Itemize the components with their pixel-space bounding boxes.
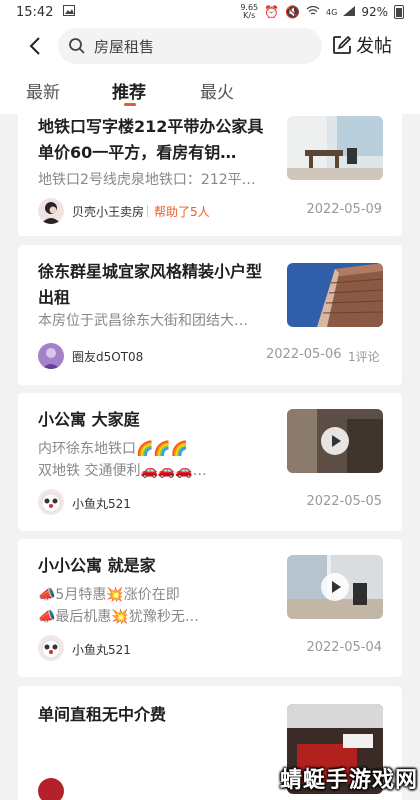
edit-icon [333,35,352,54]
tab-hottest[interactable]: 最火 [200,78,234,103]
post-thumbnail[interactable] [287,263,383,327]
post-button[interactable]: 发帖 [332,32,392,58]
play-icon[interactable] [321,427,349,455]
post-label: 发帖 [356,36,392,57]
alarm-icon: ⏰ [264,5,280,19]
avatar[interactable] [38,635,64,661]
post-title: 单间直租无中介费 [38,705,167,724]
image-icon [63,5,76,19]
post-card[interactable]: 小小公寓 就是家 📣5月特惠💥涨价在即 📣最后机惠💥犹豫秒无… 小鱼丸521 2… [18,539,402,677]
status-bar: 15:42 9.65 K/s ⏰ 🔇 4G 92% [0,0,420,24]
post-description-line: 双地铁 交通便利🚗🚗🚗… [38,463,207,479]
active-tab-indicator [124,103,136,106]
search-icon [69,38,85,54]
signal-icon [343,5,356,19]
tab-latest[interactable]: 最新 [26,78,60,103]
tab-bar: 最新 推荐 最火 [0,70,420,114]
post-card[interactable]: 徐东群星城宜家风格精装小户型出租 本房位于武昌徐东大街和团结大… 圈友d5OT0… [18,245,402,385]
avatar[interactable] [38,343,64,369]
top-bar: 房屋租售 发帖 [0,24,420,70]
network-type: 4G [326,7,338,17]
comment-count[interactable]: 1评论 [348,348,380,365]
post-title: 地铁口写字楼212平带办公家具单价60一平方，看房有钥… [38,117,264,162]
network-speed: 9.65 K/s [240,3,259,20]
tab-recommended[interactable]: 推荐 [112,78,146,103]
post-date: 2022-05-09 [306,202,382,217]
post-author[interactable]: 小鱼丸521 [72,495,131,512]
status-time: 15:42 [16,4,54,20]
play-icon[interactable] [321,573,349,601]
avatar[interactable] [38,198,64,224]
post-thumbnail[interactable] [287,116,383,180]
battery-icon [394,5,404,19]
post-date: 2022-05-06 [266,347,342,362]
avatar[interactable] [38,778,64,800]
battery-percent: 92% [361,5,388,19]
post-video-thumbnail[interactable] [287,409,383,473]
post-video-thumbnail[interactable] [287,555,383,619]
post-description: 本房位于武昌徐东大街和团结大… [38,313,248,329]
helped-count: 帮助了5人 [154,205,210,219]
post-description-line: 内环徐东地铁口🌈🌈🌈 [38,441,189,457]
post-title: 小公寓 大家庭 [38,410,140,429]
search-input: 房屋租售 [94,37,155,56]
back-icon[interactable] [24,34,48,58]
post-date: 2022-05-05 [306,494,382,509]
post-description-line: 📣最后机惠💥犹豫秒无… [38,609,199,625]
post-card[interactable]: 地铁口写字楼212平带办公家具单价60一平方，看房有钥… 地铁口2号线虎泉地铁口… [18,114,402,236]
post-card[interactable]: 小公寓 大家庭 内环徐东地铁口🌈🌈🌈 双地铁 交通便利🚗🚗🚗… 小鱼丸521 2… [18,393,402,531]
post-date: 2022-05-04 [306,640,382,655]
mute-icon: 🔇 [285,5,301,19]
post-author[interactable]: 小鱼丸521 [72,641,131,658]
watermark: 蜻蜓手游戏网 [280,768,419,793]
post-title: 小小公寓 就是家 [38,556,156,575]
search-box[interactable]: 房屋租售 [58,28,322,64]
author-divider [147,205,148,217]
post-feed[interactable]: 地铁口写字楼212平带办公家具单价60一平方，看房有钥… 地铁口2号线虎泉地铁口… [0,114,420,800]
post-description: 地铁口2号线虎泉地铁口：212平… [38,172,256,188]
post-author[interactable]: 圈友d5OT08 [72,348,143,365]
post-description-line: 📣5月特惠💥涨价在即 [38,587,180,603]
wifi-icon [306,5,320,19]
post-author[interactable]: 贝壳小王卖房 [72,203,144,220]
post-title: 徐东群星城宜家风格精装小户型出租 [38,262,263,307]
avatar[interactable] [38,489,64,515]
